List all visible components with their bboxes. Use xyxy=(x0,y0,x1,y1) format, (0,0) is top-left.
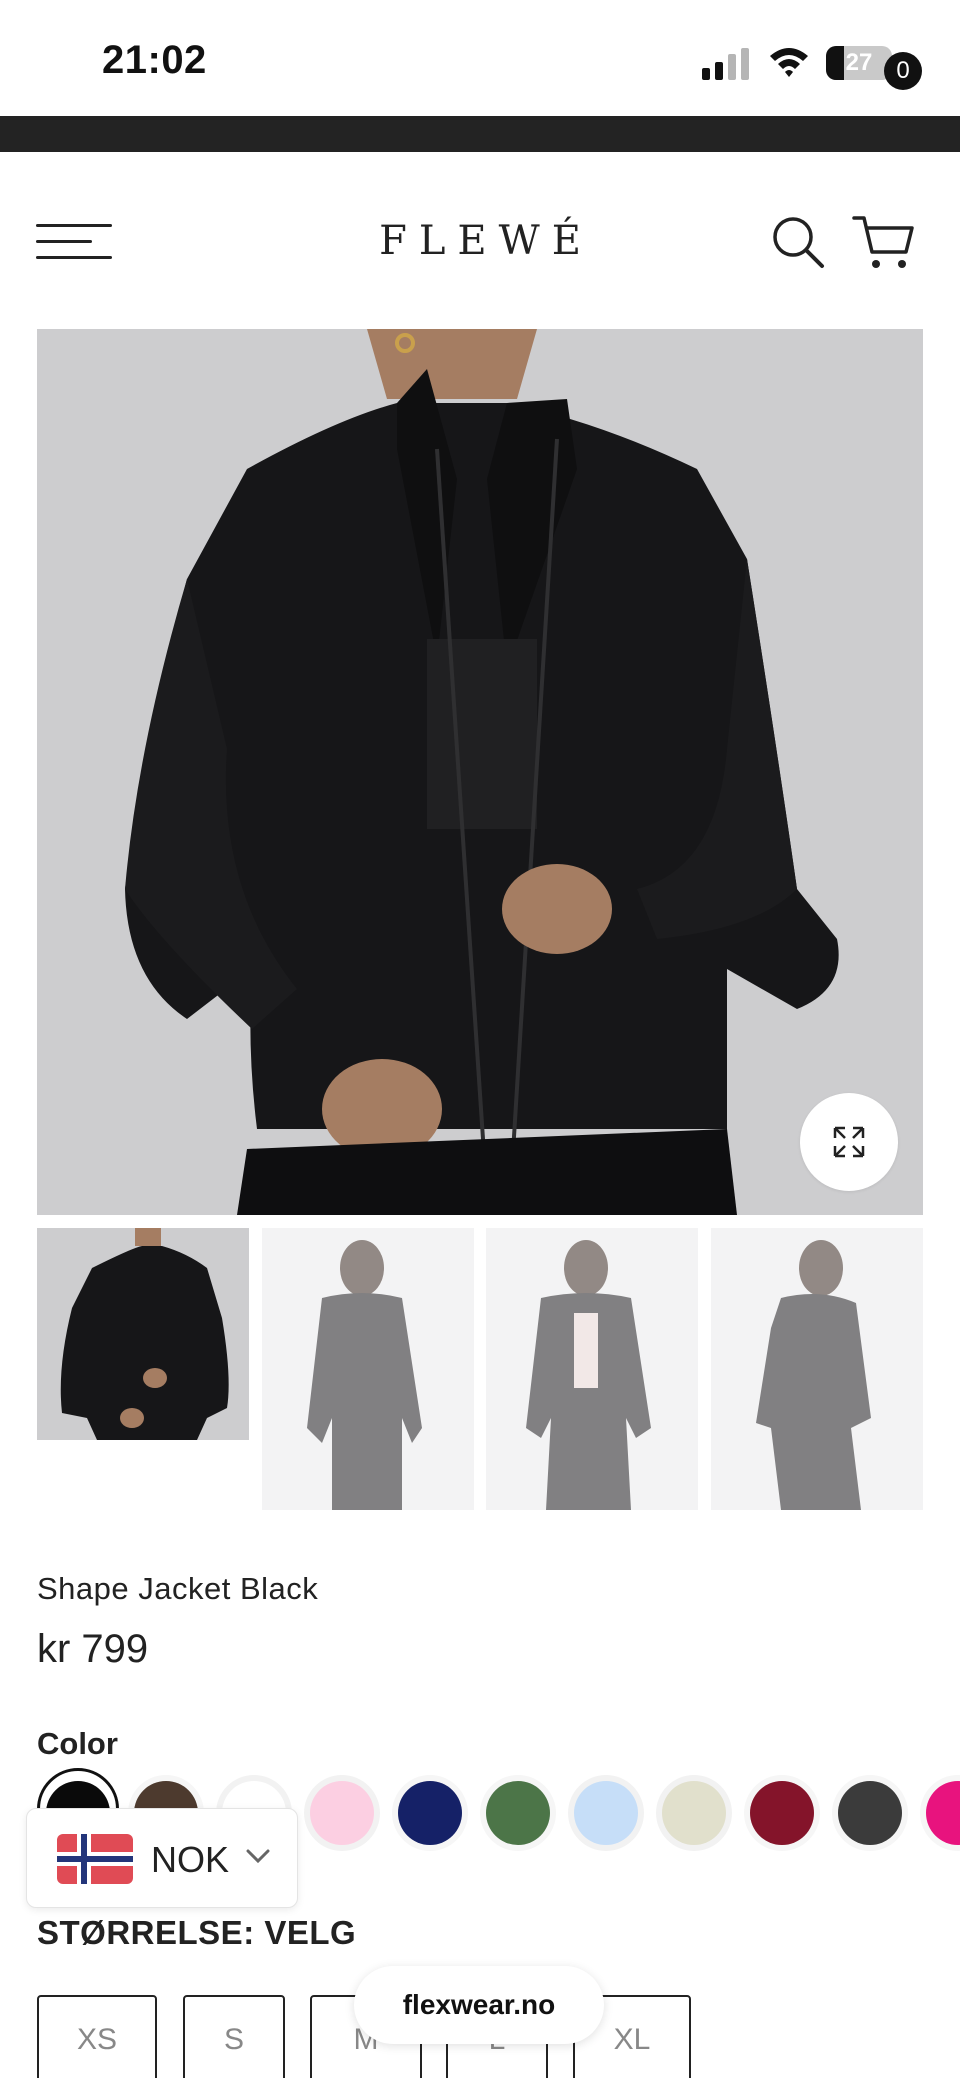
norway-flag-icon xyxy=(57,1834,133,1884)
size-option-xs[interactable]: XS xyxy=(37,1995,157,2078)
currency-code: NOK xyxy=(151,1839,230,1880)
site-header: FLEWÉ xyxy=(0,152,960,328)
product-thumbnail-4[interactable] xyxy=(711,1228,923,1510)
expand-icon[interactable] xyxy=(800,1093,898,1191)
status-bar: 21:02 27 xyxy=(0,0,960,116)
battery-level: 27 xyxy=(845,49,873,76)
color-swatch-9[interactable] xyxy=(750,1781,814,1845)
color-swatch-8[interactable] xyxy=(662,1781,726,1845)
color-swatch-11[interactable] xyxy=(926,1781,960,1845)
browser-address-pill[interactable]: flexwear.no xyxy=(354,1966,604,2044)
cart-count-badge[interactable]: 0 xyxy=(884,52,922,90)
color-label: Color xyxy=(37,1726,118,1761)
size-option-s[interactable]: S xyxy=(183,1995,285,2078)
product-main-image[interactable] xyxy=(37,329,923,1215)
cart-icon[interactable] xyxy=(852,212,918,272)
battery-icon: 27 xyxy=(826,46,892,80)
color-swatch-4[interactable] xyxy=(310,1781,374,1845)
announcement-bar[interactable] xyxy=(0,116,960,152)
product-price: kr 799 xyxy=(37,1627,149,1671)
product-title: Shape Jacket Black xyxy=(37,1571,319,1606)
cellular-signal-icon xyxy=(702,46,750,80)
wifi-icon xyxy=(770,48,808,77)
product-thumbnail-2[interactable] xyxy=(262,1228,474,1510)
product-thumbnail-3[interactable] xyxy=(486,1228,698,1510)
product-thumbnail-1[interactable] xyxy=(37,1228,249,1440)
chevron-down-icon xyxy=(246,1849,270,1864)
color-swatch-6[interactable] xyxy=(486,1781,550,1845)
currency-selector[interactable]: NOK xyxy=(26,1808,298,1908)
color-swatch-10[interactable] xyxy=(838,1781,902,1845)
status-time: 21:02 xyxy=(102,38,207,82)
search-icon[interactable] xyxy=(770,214,826,270)
color-swatch-5[interactable] xyxy=(398,1781,462,1845)
color-swatch-7[interactable] xyxy=(574,1781,638,1845)
size-label: STØRRELSE: VELG xyxy=(37,1914,357,1951)
